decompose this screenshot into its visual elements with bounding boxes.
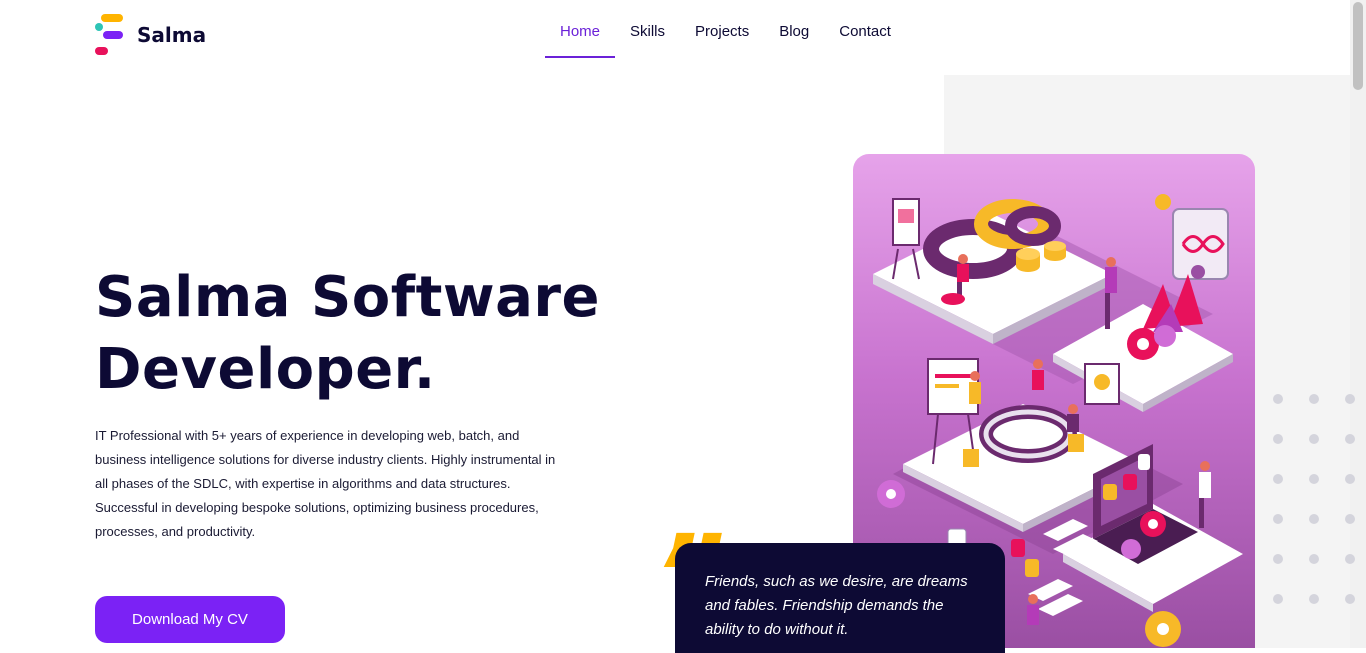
- hero-description: IT Professional with 5+ years of experie…: [95, 428, 556, 539]
- dot-pattern: [1273, 394, 1366, 604]
- nav-home[interactable]: Home: [545, 0, 616, 58]
- download-cv-button[interactable]: Download My CV: [95, 596, 285, 643]
- scrollbar-thumb[interactable]: [1353, 2, 1363, 90]
- hero-title-line-2: Developer.: [95, 337, 436, 402]
- logo[interactable]: Salma: [95, 14, 206, 56]
- hero-title: Salma Software Developer.: [95, 262, 600, 406]
- main-nav: Home Skills Projects Blog Contact: [545, 0, 906, 58]
- nav-contact[interactable]: Contact: [824, 0, 906, 58]
- quote-text: Friends, such as we desire, are dreams a…: [705, 573, 968, 638]
- hero-title-line-1: Salma Software: [95, 265, 601, 330]
- nav-projects[interactable]: Projects: [680, 0, 764, 58]
- nav-blog[interactable]: Blog: [764, 0, 824, 58]
- logo-text: Salma: [137, 23, 207, 47]
- nav-skills[interactable]: Skills: [615, 0, 680, 58]
- logo-icon: [95, 14, 125, 56]
